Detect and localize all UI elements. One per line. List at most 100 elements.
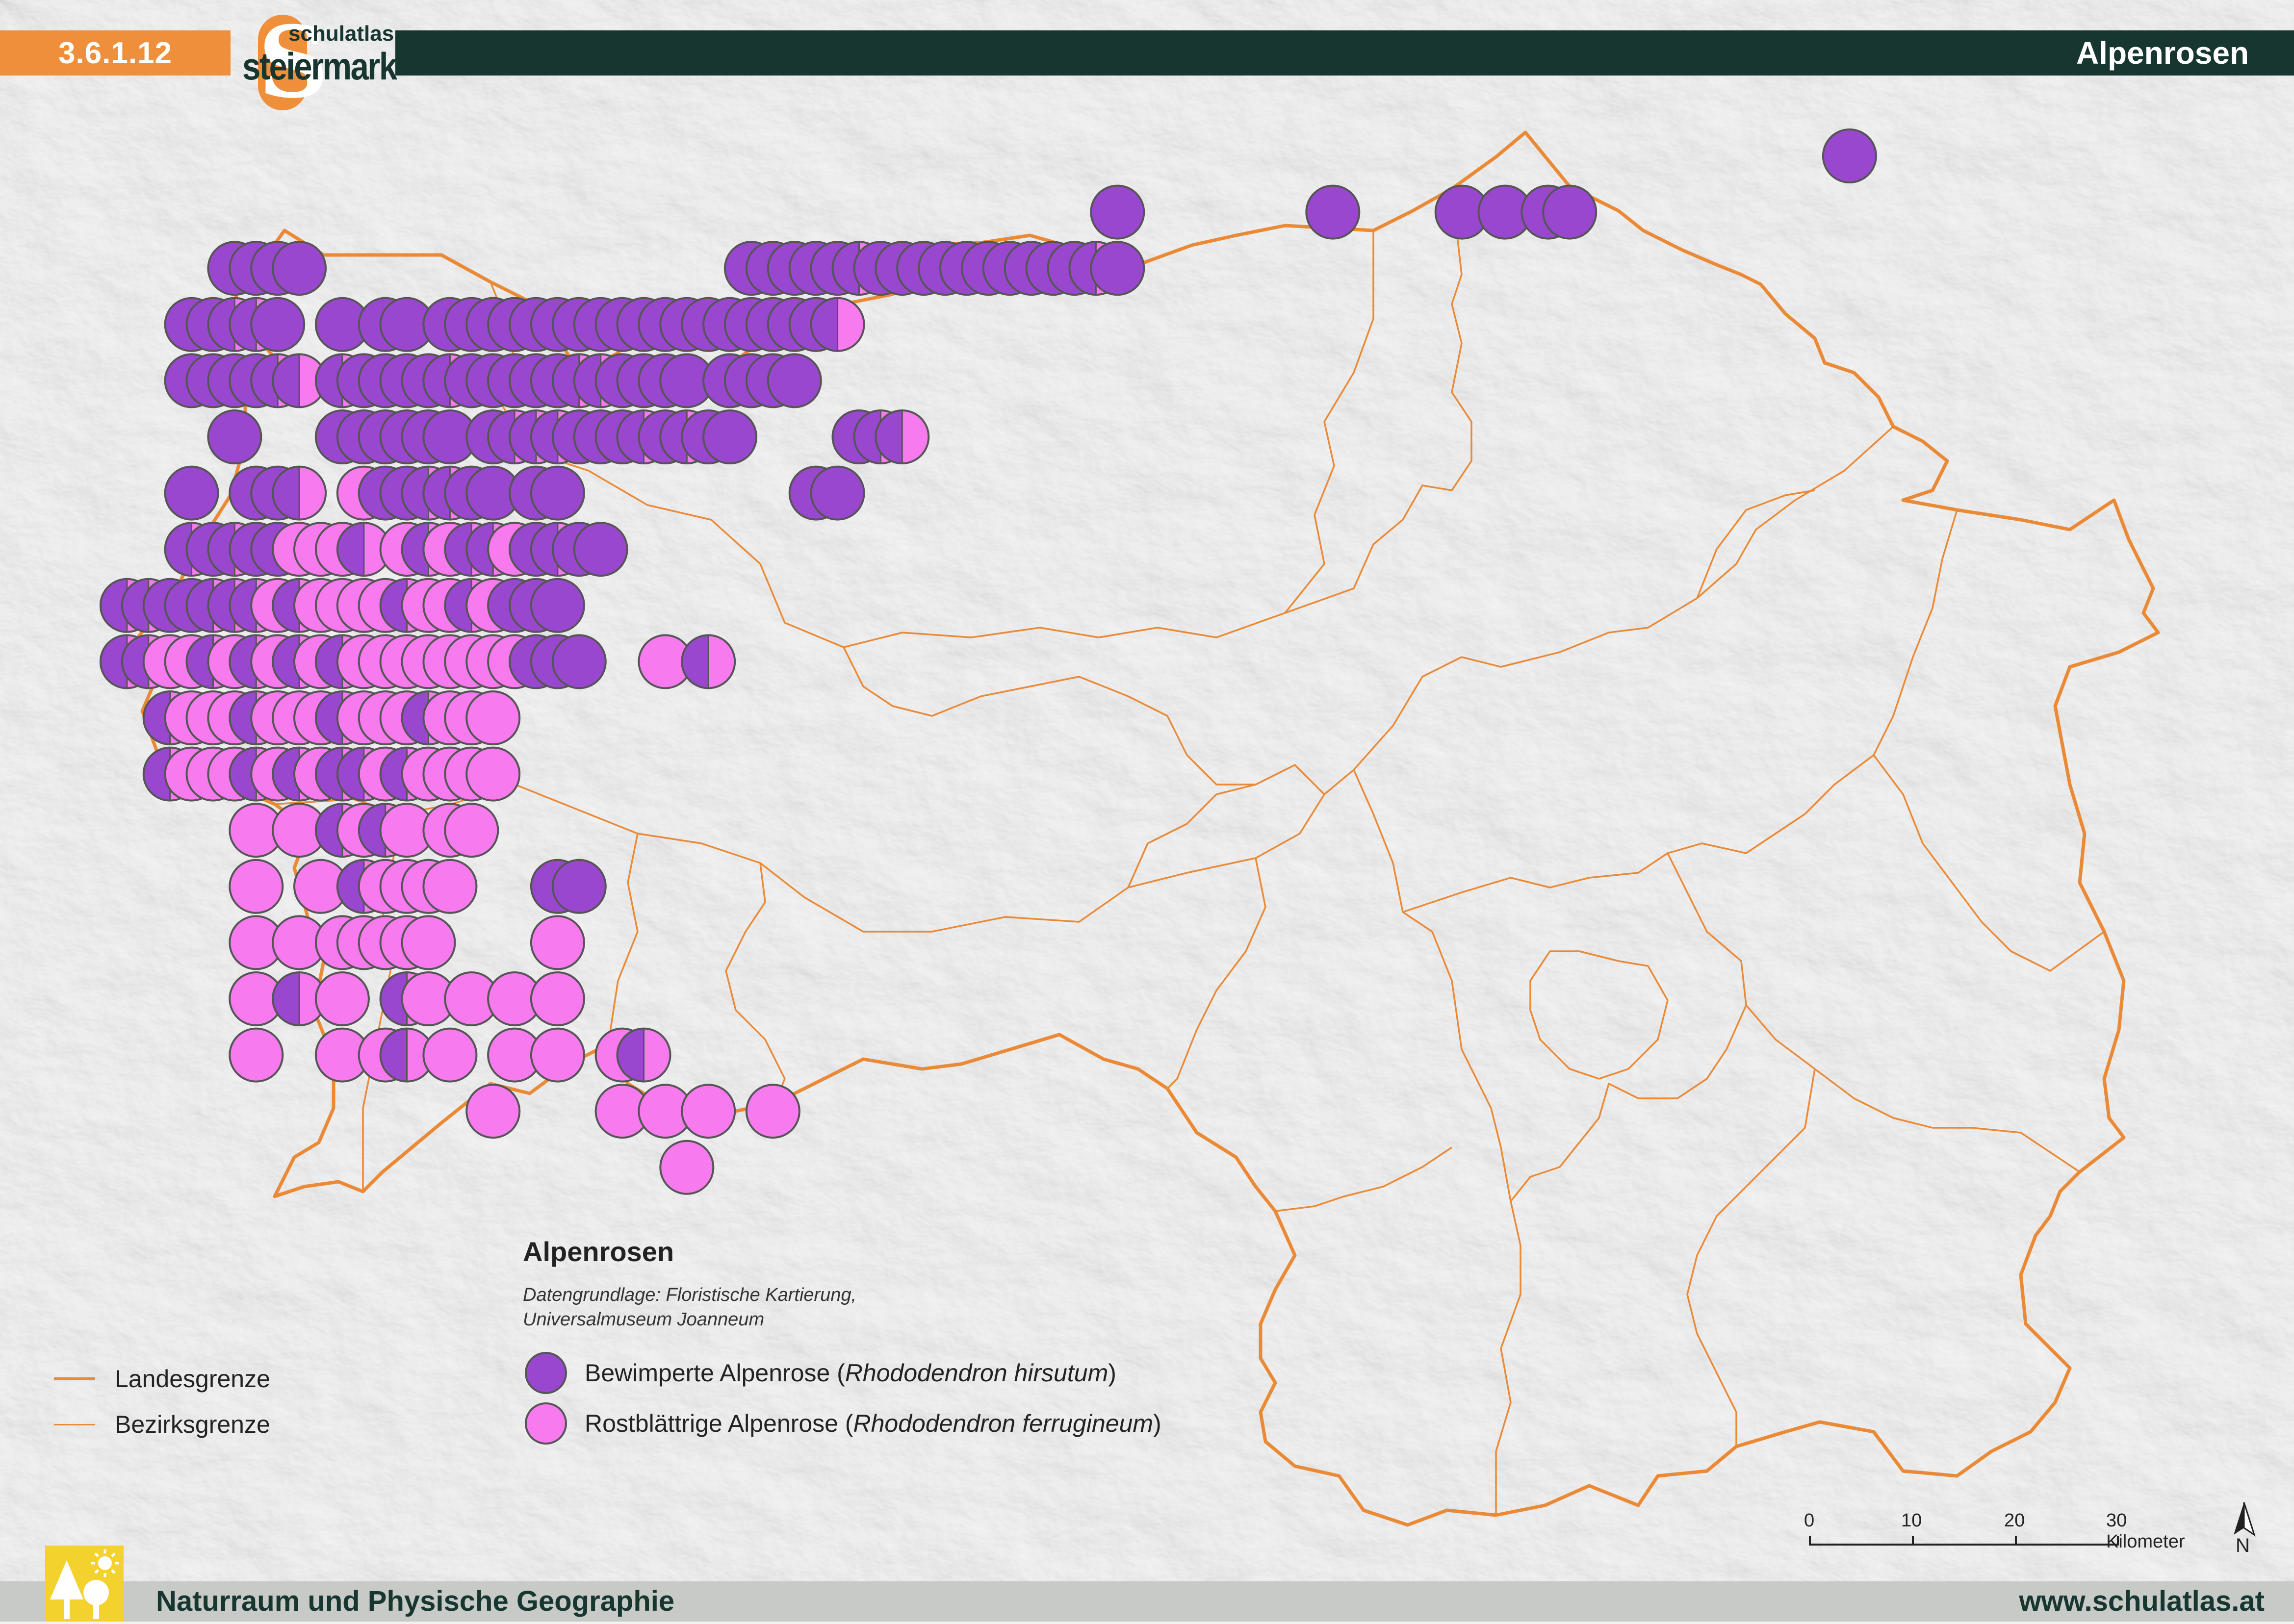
- circle-hirsutum: [1542, 184, 1598, 240]
- occurrence-square: [465, 690, 521, 745]
- occurrence-square: [810, 297, 865, 352]
- legend-swatch-hirsutum: [525, 1352, 567, 1394]
- half-ferrugineum: [299, 466, 326, 520]
- circle-hirsutum: [1090, 184, 1145, 240]
- occurrence-square: [551, 634, 607, 689]
- circle-ferrugineum: [465, 1084, 521, 1139]
- circle-hirsutum: [1822, 128, 1877, 183]
- circle-ferrugineum: [401, 915, 456, 970]
- scale-bar: 0 10 20 30 Kilometer: [1790, 1510, 2185, 1564]
- legend-source: Datengrundlage: Floristische Kartierung,…: [523, 1283, 856, 1332]
- circle-hirsutum: [573, 522, 628, 577]
- circle-hirsutum: [530, 465, 585, 521]
- circle-hirsutum: [702, 409, 758, 464]
- occurrence-square: [530, 971, 585, 1026]
- circle-ferrugineum: [229, 859, 284, 914]
- occurrence-square: [229, 859, 284, 914]
- occurrence-square: [530, 915, 585, 970]
- occurrence-square: [1090, 241, 1145, 296]
- occurrence-square: [702, 409, 758, 464]
- circle-hirsutum: [164, 465, 219, 521]
- circle-hirsutum: [551, 634, 607, 689]
- logo-text-big: steiermark: [242, 45, 397, 88]
- circle-hirsutum: [1305, 184, 1361, 240]
- circle-ferrugineum: [465, 690, 521, 745]
- occurrence-square: [810, 465, 865, 521]
- footer-url[interactable]: www.schulatlas.at: [2019, 1581, 2265, 1622]
- scale-label-20: 20: [2004, 1510, 2025, 1531]
- occurrence-square: [659, 1140, 715, 1195]
- north-arrow: N: [2227, 1500, 2261, 1559]
- occurrence-square: [573, 522, 628, 577]
- occurrence-square: [1542, 184, 1598, 240]
- circle-ferrugineum: [745, 1084, 800, 1139]
- styria-map: [99, 128, 2160, 1527]
- occurrence-square: [401, 915, 456, 970]
- legend-label-ferrugineum: Rostblättrige Alpenrose (Rhododendron fe…: [585, 1410, 1161, 1437]
- occurrence-square: [530, 465, 585, 521]
- occurrence-square: [530, 578, 585, 633]
- occurrence-square: [422, 1027, 478, 1083]
- circle-hirsutum: [767, 353, 822, 408]
- circle-ferrugineum: [465, 746, 521, 802]
- half-hirsutum: [273, 972, 300, 1025]
- scale-line: [1809, 1544, 2119, 1546]
- half-ferrugineum: [708, 635, 735, 688]
- circle-ferrugineum: [530, 1027, 585, 1083]
- circle-hirsutum: [272, 241, 327, 296]
- scale-label-30: 30 Kilometer: [2106, 1510, 2185, 1552]
- occurrence-square: [745, 1084, 800, 1139]
- occurrence-square: [1090, 184, 1145, 240]
- scale-tick: [1912, 1536, 1914, 1545]
- occurrence-square: [616, 1027, 671, 1083]
- circle-ferrugineum: [229, 1027, 284, 1083]
- legend-source-line-2: Universalmuseum Joanneum: [523, 1309, 765, 1330]
- circle-hirsutum: [1090, 241, 1145, 296]
- footer-topic: Naturraum und Physische Geographie: [156, 1585, 675, 1617]
- occurrence-square: [875, 409, 930, 464]
- circle-hirsutum: [551, 859, 607, 914]
- occurrence-square: [551, 859, 607, 914]
- occurrence-square: [272, 241, 327, 296]
- occurrence-square: [530, 1027, 585, 1083]
- legend-source-line-1: Datengrundlage: Floristische Kartierung,: [523, 1285, 857, 1305]
- legend-swatch-ferrugineum: [525, 1402, 567, 1445]
- occurrence-square: [681, 634, 736, 689]
- scale-label-0: 0: [1804, 1510, 1815, 1531]
- circle-ferrugineum: [659, 1140, 715, 1195]
- occurrence-square: [207, 409, 262, 464]
- circle-ferrugineum: [444, 803, 499, 858]
- occurrence-square: [229, 1027, 284, 1083]
- occurrence-square: [465, 746, 521, 802]
- occurrence-square: [1822, 128, 1877, 183]
- legend-title: Alpenrosen: [523, 1236, 674, 1267]
- north-label: N: [2236, 1535, 2250, 1556]
- circle-hirsutum: [207, 409, 262, 464]
- circle-ferrugineum: [530, 971, 585, 1026]
- occurrence-square: [314, 971, 370, 1026]
- circle-hirsutum: [530, 578, 585, 633]
- occurrence-circles: [99, 128, 1877, 1195]
- circle-ferrugineum: [422, 1027, 478, 1083]
- half-ferrugineum: [902, 410, 929, 463]
- schulatlas-logo: S schulatlas steiermark: [234, 11, 397, 112]
- legend-line-bezirksgrenze: [54, 1423, 95, 1425]
- legend-line-landesgrenze: [54, 1377, 95, 1380]
- scale-tick: [2015, 1536, 2017, 1545]
- circle-ferrugineum: [681, 1084, 736, 1139]
- scale-label-10: 10: [1901, 1510, 1922, 1531]
- occurrence-square: [164, 465, 219, 521]
- legend-item-ferrugineum: Rostblättrige Alpenrose (Rhododendron fe…: [525, 1399, 1161, 1448]
- half-hirsutum: [682, 635, 709, 688]
- scale-tick: [1809, 1536, 1811, 1545]
- half-ferrugineum: [644, 1028, 670, 1082]
- occurrence-square: [250, 297, 306, 352]
- map-title: Alpenrosen: [2076, 35, 2249, 71]
- legend-item-bezirksgrenze: Bezirksgrenze: [54, 1410, 270, 1439]
- logo-text-small: schulatlas: [288, 22, 394, 46]
- circle-ferrugineum: [314, 971, 370, 1026]
- occurrence-square: [1305, 184, 1361, 240]
- occurrence-square: [681, 1084, 736, 1139]
- legend-label-landesgrenze: Landesgrenze: [115, 1365, 270, 1393]
- occurrence-square: [465, 1084, 521, 1139]
